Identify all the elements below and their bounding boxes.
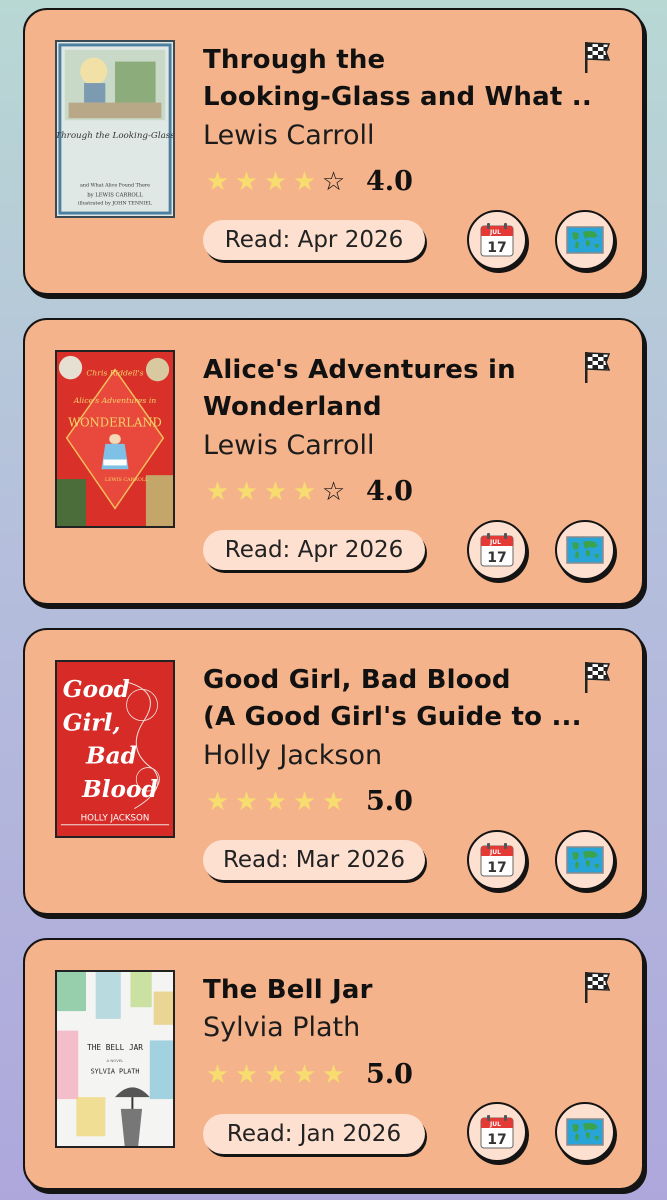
star-full-icon: ★ <box>292 1059 317 1089</box>
calendar-button[interactable]: JUL 17 <box>467 210 527 270</box>
svg-text:WONDERLAND: WONDERLAND <box>68 415 162 429</box>
star-full-icon: ★ <box>234 476 259 506</box>
svg-text:JUL: JUL <box>489 539 501 546</box>
calendar-icon: JUL 17 <box>480 843 514 877</box>
book-card[interactable]: Chris Riddell's Alice's Adventures in WO… <box>23 318 644 605</box>
svg-text:Through the Looking-Glass: Through the Looking-Glass <box>57 131 173 141</box>
star-rating: ★ ★ ★ ★ ★ 5.0 <box>203 1058 413 1090</box>
map-button[interactable] <box>555 1102 615 1162</box>
calendar-icon: JUL 17 <box>480 1115 514 1149</box>
star-full-icon: ★ <box>234 166 259 196</box>
star-full-icon: ★ <box>205 166 230 196</box>
book-title-line: Through the <box>203 45 386 75</box>
svg-text:by LEWIS CARROLL: by LEWIS CARROLL <box>87 192 143 198</box>
star-full-icon: ★ <box>263 786 288 816</box>
book-title[interactable]: Alice's Adventures in Wonderland <box>203 352 593 426</box>
star-full-icon: ★ <box>292 166 317 196</box>
rating-value: 4.0 <box>366 165 413 197</box>
checkered-flag-icon[interactable] <box>582 40 612 74</box>
svg-text:LEWIS CARROLL: LEWIS CARROLL <box>105 477 149 483</box>
star-rating: ★ ★ ★ ★ ★ 5.0 <box>203 785 413 817</box>
svg-text:SYLVIA PLATH: SYLVIA PLATH <box>91 1068 140 1076</box>
svg-text:HOLLY JACKSON: HOLLY JACKSON <box>81 813 150 823</box>
svg-text:Girl,: Girl, <box>63 708 121 736</box>
star-full-icon: ★ <box>205 1059 230 1089</box>
star-full-icon: ★ <box>263 1059 288 1089</box>
book-title-line: The Bell Jar <box>203 975 373 1005</box>
star-full-icon: ★ <box>205 786 230 816</box>
book-card[interactable]: Good Girl, Bad Blood HOLLY JACKSON Good … <box>23 628 644 915</box>
star-full-icon: ★ <box>263 476 288 506</box>
book-author: Lewis Carroll <box>203 430 375 461</box>
svg-text:JUL: JUL <box>489 1121 501 1128</box>
checkered-flag-icon[interactable] <box>582 350 612 384</box>
checkered-flag-icon[interactable] <box>582 970 612 1004</box>
svg-text:JUL: JUL <box>489 849 501 856</box>
svg-text:Blood: Blood <box>81 775 158 803</box>
world-map-icon <box>566 1118 604 1146</box>
world-map-icon <box>566 226 604 254</box>
read-date-badge: Read: Apr 2026 <box>203 220 425 260</box>
star-full-icon: ★ <box>205 476 230 506</box>
rating-value: 4.0 <box>366 475 413 507</box>
read-date-badge: Read: Mar 2026 <box>203 840 425 880</box>
book-title-line: Looking-Glass and What ... <box>203 82 593 112</box>
star-full-icon: ★ <box>321 1059 346 1089</box>
star-rating: ★ ★ ★ ★ ☆ 4.0 <box>203 475 413 507</box>
svg-text:17: 17 <box>487 550 506 566</box>
star-full-icon: ★ <box>263 166 288 196</box>
map-button[interactable] <box>555 520 615 580</box>
star-empty-icon: ☆ <box>321 166 346 196</box>
svg-text:Alice's Adventures in: Alice's Adventures in <box>73 396 157 405</box>
star-full-icon: ★ <box>292 476 317 506</box>
svg-text:Bad: Bad <box>85 742 137 770</box>
book-title-line: (A Good Girl's Guide to ... <box>203 702 582 732</box>
book-author: Lewis Carroll <box>203 120 375 151</box>
calendar-icon: JUL 17 <box>480 533 514 567</box>
rating-value: 5.0 <box>366 1058 413 1090</box>
world-map-icon <box>566 846 604 874</box>
calendar-icon: JUL 17 <box>480 223 514 257</box>
calendar-button[interactable]: JUL 17 <box>467 520 527 580</box>
checkered-flag-icon[interactable] <box>582 660 612 694</box>
book-cover-image: Chris Riddell's Alice's Adventures in WO… <box>55 350 175 528</box>
svg-text:17: 17 <box>487 1132 506 1148</box>
calendar-button[interactable]: JUL 17 <box>467 1102 527 1162</box>
book-cover-image: Good Girl, Bad Blood HOLLY JACKSON <box>55 660 175 838</box>
book-title[interactable]: Through the Looking-Glass and What ... <box>203 42 593 116</box>
star-full-icon: ★ <box>292 786 317 816</box>
star-full-icon: ★ <box>234 786 259 816</box>
book-cover-image: THE BELL JAR A NOVEL SYLVIA PLATH <box>55 970 175 1148</box>
calendar-button[interactable]: JUL 17 <box>467 830 527 890</box>
star-empty-icon: ☆ <box>321 476 346 506</box>
book-card[interactable]: THE BELL JAR A NOVEL SYLVIA PLATH The Be… <box>23 938 644 1190</box>
svg-text:illustrated by JOHN TENNIEL: illustrated by JOHN TENNIEL <box>78 200 153 206</box>
star-full-icon: ★ <box>321 786 346 816</box>
svg-text:Chris Riddell's: Chris Riddell's <box>86 368 143 377</box>
world-map-icon <box>566 536 604 564</box>
book-cover-image: Through the Looking-Glass and What Alice… <box>55 40 175 218</box>
svg-text:17: 17 <box>487 240 506 256</box>
book-title-line: Alice's Adventures in <box>203 355 516 385</box>
svg-text:Good: Good <box>63 675 130 703</box>
svg-text:THE BELL JAR: THE BELL JAR <box>87 1043 143 1052</box>
svg-text:17: 17 <box>487 860 506 876</box>
book-title-line: Wonderland <box>203 392 382 422</box>
book-card[interactable]: Through the Looking-Glass and What Alice… <box>23 8 644 295</box>
book-title[interactable]: Good Girl, Bad Blood (A Good Girl's Guid… <box>203 662 593 736</box>
map-button[interactable] <box>555 830 615 890</box>
read-date-badge: Read: Apr 2026 <box>203 530 425 570</box>
read-date-badge: Read: Jan 2026 <box>203 1114 425 1154</box>
book-author: Sylvia Plath <box>203 1012 361 1043</box>
rating-value: 5.0 <box>366 785 413 817</box>
svg-text:A NOVEL: A NOVEL <box>107 1058 125 1063</box>
book-title-line: Good Girl, Bad Blood <box>203 665 511 695</box>
svg-text:JUL: JUL <box>489 229 501 236</box>
star-rating: ★ ★ ★ ★ ☆ 4.0 <box>203 165 413 197</box>
book-author: Holly Jackson <box>203 740 383 771</box>
svg-text:and What Alice Found There: and What Alice Found There <box>80 183 150 189</box>
book-title[interactable]: The Bell Jar <box>203 972 593 1009</box>
star-full-icon: ★ <box>234 1059 259 1089</box>
map-button[interactable] <box>555 210 615 270</box>
